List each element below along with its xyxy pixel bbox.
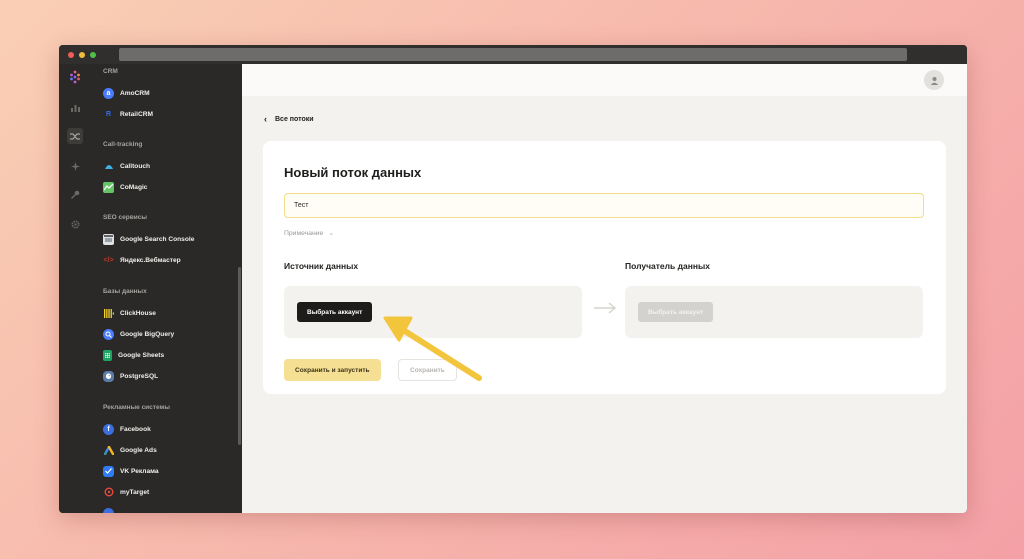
sidebar-item-comagic[interactable]: CoMagic xyxy=(103,180,147,194)
browser-window: CRM a AmoCRM R RetailCRM Call-tracking C… xyxy=(59,45,967,513)
magic-icon[interactable] xyxy=(67,158,83,174)
facebook-icon: f xyxy=(103,423,114,435)
user-icon xyxy=(930,76,938,85)
key-icon[interactable] xyxy=(67,186,83,202)
sidebar-item-label: ClickHouse xyxy=(120,309,156,317)
section-title-call-tracking: Call-tracking xyxy=(103,141,143,148)
sidebar-item-amocrm[interactable]: a AmoCRM xyxy=(103,86,150,100)
sidebar-item-label: VK Реклама xyxy=(120,467,159,475)
new-flow-card: Новый поток данных Примечание ⌄ Источник… xyxy=(263,141,946,394)
sidebar-item-partial[interactable] xyxy=(103,506,120,513)
source-section-title: Источник данных xyxy=(284,261,359,271)
section-title-crm: CRM xyxy=(103,68,118,75)
main-content: ‹ Все потоки Новый поток данных Примечан… xyxy=(242,64,967,513)
sidebar-item-label: Google Sheets xyxy=(118,351,165,359)
google-ads-icon xyxy=(103,445,114,456)
sidebar-item-vk-ads[interactable]: VK Реклама xyxy=(103,464,159,478)
analytics-icon[interactable] xyxy=(67,100,83,116)
chevron-left-icon: ‹ xyxy=(264,114,267,124)
section-title-seo: SEO сервисы xyxy=(103,214,147,221)
google-sheets-icon xyxy=(103,349,112,361)
note-toggle-label: Примечание xyxy=(284,229,324,237)
vk-ads-icon xyxy=(103,465,114,477)
top-bar xyxy=(242,64,967,96)
select-source-account-button[interactable]: Выбрать аккаунт xyxy=(297,302,373,322)
address-bar[interactable] xyxy=(119,48,907,61)
sidebar-item-yandex-webmaster[interactable]: </> Яндекс.Вебмастер xyxy=(103,253,181,267)
sidebar-item-retailcrm[interactable]: R RetailCRM xyxy=(103,107,153,121)
maximize-window-button[interactable] xyxy=(90,51,96,58)
sidebar-item-google-bigquery[interactable]: Google BigQuery xyxy=(103,327,174,341)
sidebar-item-label: Яндекс.Вебмастер xyxy=(120,256,181,264)
sidebar-item-label: CoMagic xyxy=(120,183,148,191)
retailcrm-icon: R xyxy=(105,110,112,118)
save-and-run-button[interactable]: Сохранить и запустить xyxy=(284,359,381,381)
icon-rail xyxy=(59,64,91,513)
yandex-webmaster-icon: </> xyxy=(103,256,114,264)
mytarget-icon xyxy=(103,487,114,498)
partial-item-icon xyxy=(103,507,114,513)
sidebar-item-clickhouse[interactable]: ClickHouse xyxy=(103,306,156,320)
calltouch-icon xyxy=(103,161,114,172)
sidebar-item-calltouch[interactable]: Calltouch xyxy=(103,159,150,173)
sidebar-item-postgresql[interactable]: PostgreSQL xyxy=(103,369,158,383)
section-title-ad-systems: Рекламные системы xyxy=(103,404,170,411)
sources-sidebar: CRM a AmoCRM R RetailCRM Call-tracking C… xyxy=(91,64,241,513)
chevron-down-icon: ⌄ xyxy=(328,230,335,237)
app-logo-icon[interactable] xyxy=(67,69,83,85)
source-box: Выбрать аккаунт xyxy=(284,286,582,338)
title-bar xyxy=(59,45,967,64)
sidebar-item-google-sheets[interactable]: Google Sheets xyxy=(103,348,164,362)
sidebar-item-label: Google Ads xyxy=(120,446,157,454)
sidebar-scrollbar[interactable] xyxy=(238,267,241,445)
arrow-right-icon xyxy=(594,302,617,314)
data-flows-icon[interactable] xyxy=(67,128,83,144)
sidebar-item-google-ads[interactable]: Google Ads xyxy=(103,443,157,457)
clickhouse-icon xyxy=(103,308,114,319)
page-title: Новый поток данных xyxy=(284,165,422,180)
destination-section-title: Получатель данных xyxy=(625,261,711,271)
sidebar-item-label: PostgreSQL xyxy=(120,372,159,380)
section-title-databases: Базы данных xyxy=(103,288,147,295)
settings-gear-icon[interactable] xyxy=(67,216,83,232)
user-avatar[interactable] xyxy=(924,70,944,90)
back-link-label: Все потоки xyxy=(275,115,314,123)
sidebar-item-label: Google Search Console xyxy=(120,235,195,243)
google-search-console-icon xyxy=(103,233,114,245)
amocrm-icon: a xyxy=(103,87,114,99)
select-destination-account-button[interactable]: Выбрать аккаунт xyxy=(638,302,714,322)
sidebar-item-facebook[interactable]: f Facebook xyxy=(103,422,151,436)
flow-name-input[interactable] xyxy=(284,193,924,218)
back-link[interactable]: ‹ Все потоки xyxy=(264,114,314,124)
minimize-window-button[interactable] xyxy=(79,51,85,58)
sidebar-item-label: Calltouch xyxy=(120,162,151,170)
sidebar-item-label: Google BigQuery xyxy=(120,330,175,338)
sidebar-item-label: RetailCRM xyxy=(120,110,153,118)
sidebar-item-label: Facebook xyxy=(120,425,151,433)
sidebar-item-label: myTarget xyxy=(120,488,150,496)
comagic-icon xyxy=(103,181,114,193)
bigquery-icon xyxy=(103,328,114,340)
close-window-button[interactable] xyxy=(68,51,74,58)
destination-box: Выбрать аккаунт xyxy=(625,286,923,338)
note-toggle[interactable]: Примечание ⌄ xyxy=(284,229,335,238)
sidebar-item-mytarget[interactable]: myTarget xyxy=(103,485,149,499)
postgresql-icon xyxy=(103,370,114,382)
sidebar-item-label: AmoCRM xyxy=(120,89,150,97)
save-button[interactable]: Сохранить xyxy=(398,359,457,381)
sidebar-item-google-search-console[interactable]: Google Search Console xyxy=(103,232,194,246)
